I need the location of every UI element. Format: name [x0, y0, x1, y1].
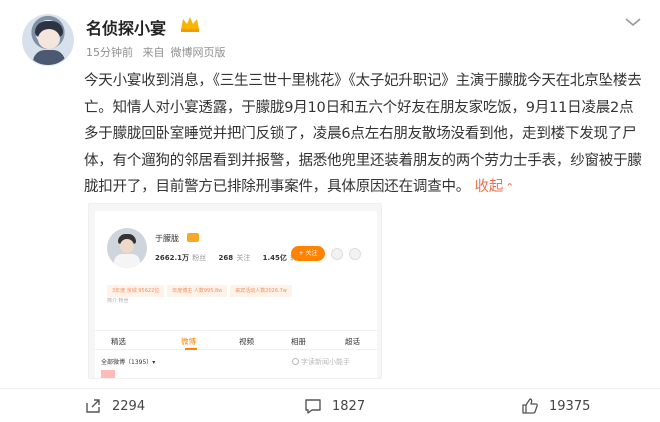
post-time[interactable]: 15分钟前 [86, 46, 133, 59]
stat-interactions-value: 1.45亿 [262, 254, 287, 262]
stat-followers-label: 粉丝 [192, 254, 207, 262]
post-source[interactable]: 微博网页版 [171, 46, 226, 59]
comment-count: 1827 [332, 398, 366, 414]
post-text: 今天小宴收到消息，《三生三世十里桃花》《太子妃升职记》主演于朦胧今天在北京坠楼去… [84, 73, 642, 195]
post-source-prefix: 来自 [142, 46, 165, 59]
stat-followers-value: 2662.1万 [155, 254, 190, 262]
profile-badges: 3年度 京城 95622位 年度博主 人数995.8w 来宾活动人数2026.7w [107, 277, 295, 297]
post-content: 今天小宴收到消息，《三生三世十里桃花》《太子妃升职记》主演于朦胧今天在北京坠楼去… [84, 68, 644, 202]
collapse-link[interactable]: 收起 ⌃ [475, 179, 515, 195]
profile-avatar [107, 228, 147, 268]
watermark-text: 字读新闻小能手 [301, 358, 350, 366]
active-tab-indicator [185, 348, 197, 350]
profile-name: 于朦胧 [155, 234, 179, 243]
like-button[interactable]: 19375 [521, 396, 590, 416]
profile-card: 于朦胧 2662.1万 粉丝 268 关注 1.45亿 转评赞 + 关注 3年度… [95, 211, 377, 378]
stat-following-value: 268 [218, 254, 234, 262]
thumbs-up-icon [522, 398, 538, 414]
stat-following: 268 关注 [218, 254, 250, 262]
embedded-screenshot[interactable]: 于朦胧 2662.1万 粉丝 268 关注 1.45亿 转评赞 + 关注 3年度… [88, 203, 382, 379]
like-count: 19375 [549, 398, 591, 414]
watermark: 字读新闻小能手 [292, 357, 350, 367]
profile-info: 简介 粉丝 [107, 298, 129, 304]
watermark-icon [292, 358, 299, 365]
repost-icon [86, 399, 100, 413]
follow-button: + 关注 [291, 246, 325, 261]
profile-vip-icon [187, 233, 199, 242]
avatar-face [38, 29, 60, 49]
divider [0, 388, 660, 389]
more-icon [349, 248, 361, 260]
tab-weibo: 微博 [181, 337, 196, 346]
tab-supertopic: 超话 [345, 337, 360, 346]
post-meta: 15分钟前 来自 微博网页版 [86, 44, 232, 60]
chevron-down-icon[interactable] [624, 16, 642, 28]
badge: 来宾活动人数2026.7w [230, 285, 292, 297]
message-icon [331, 248, 343, 260]
avatar[interactable] [22, 14, 74, 66]
pinned-tag [101, 370, 115, 378]
tab-featured: 精选 [111, 337, 126, 346]
comment-icon [305, 399, 321, 414]
repost-count: 2294 [112, 398, 146, 414]
tab-video: 视频 [239, 337, 254, 346]
chevron-up-icon: ⌃ [505, 181, 515, 194]
profile-avatar-body [114, 254, 140, 268]
weibo-filter: 全部微博（1395）▾ [101, 359, 156, 366]
tab-album: 相册 [291, 337, 306, 346]
stat-following-label: 关注 [236, 254, 251, 262]
collapse-label: 收起 [474, 179, 504, 195]
profile-tabs: 精选 微博 视频 相册 超话 [95, 330, 377, 350]
badge: 3年度 京城 95622位 [107, 285, 165, 297]
stat-followers: 2662.1万 粉丝 [155, 254, 206, 262]
badge: 年度博主 人数995.8w [167, 285, 228, 297]
comment-button[interactable]: 1827 [304, 396, 365, 416]
repost-button[interactable]: 2294 [84, 396, 145, 416]
profile-avatar-face [120, 239, 134, 253]
vip-crown-icon [181, 17, 199, 32]
username[interactable]: 名侦探小宴 [86, 15, 166, 39]
avatar-body [33, 50, 65, 65]
post-header: 名侦探小宴 15分钟前 来自 微博网页版 [22, 14, 642, 70]
